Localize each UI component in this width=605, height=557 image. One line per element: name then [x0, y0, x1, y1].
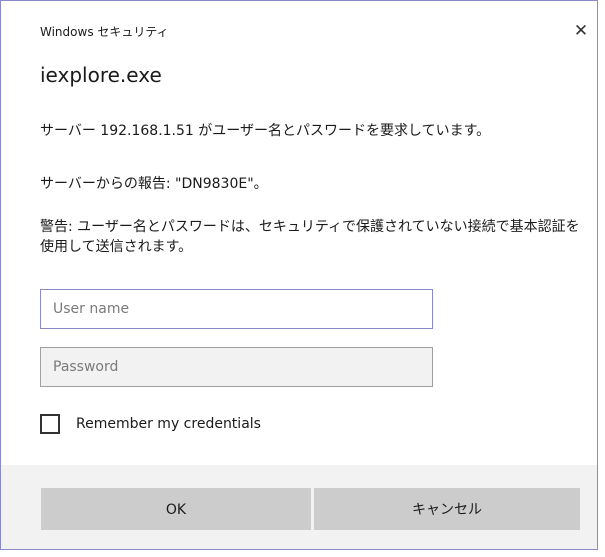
server-report-message: サーバーからの報告: "DN9830E"。 [40, 176, 268, 192]
close-icon[interactable]: ✕ [571, 21, 591, 41]
username-input[interactable] [40, 289, 433, 329]
app-name-heading: iexplore.exe [40, 63, 162, 87]
dialog-title: Windows セキュリティ [40, 25, 169, 39]
warning-message: 警告: ユーザー名とパスワードは、セキュリティで保護されていない接続で基本認証を… [40, 219, 580, 255]
password-input[interactable] [40, 347, 433, 387]
cancel-button[interactable]: キャンセル [314, 488, 580, 530]
request-message: サーバー 192.168.1.51 がユーザー名とパスワードを要求しています。 [40, 123, 491, 139]
remember-checkbox[interactable] [40, 414, 60, 434]
remember-label: Remember my credentials [76, 416, 261, 432]
credential-dialog: Windows セキュリティ ✕ iexplore.exe サーバー 192.1… [0, 0, 598, 550]
remember-credentials-row[interactable]: Remember my credentials [40, 412, 261, 436]
ok-button[interactable]: OK [41, 488, 311, 530]
